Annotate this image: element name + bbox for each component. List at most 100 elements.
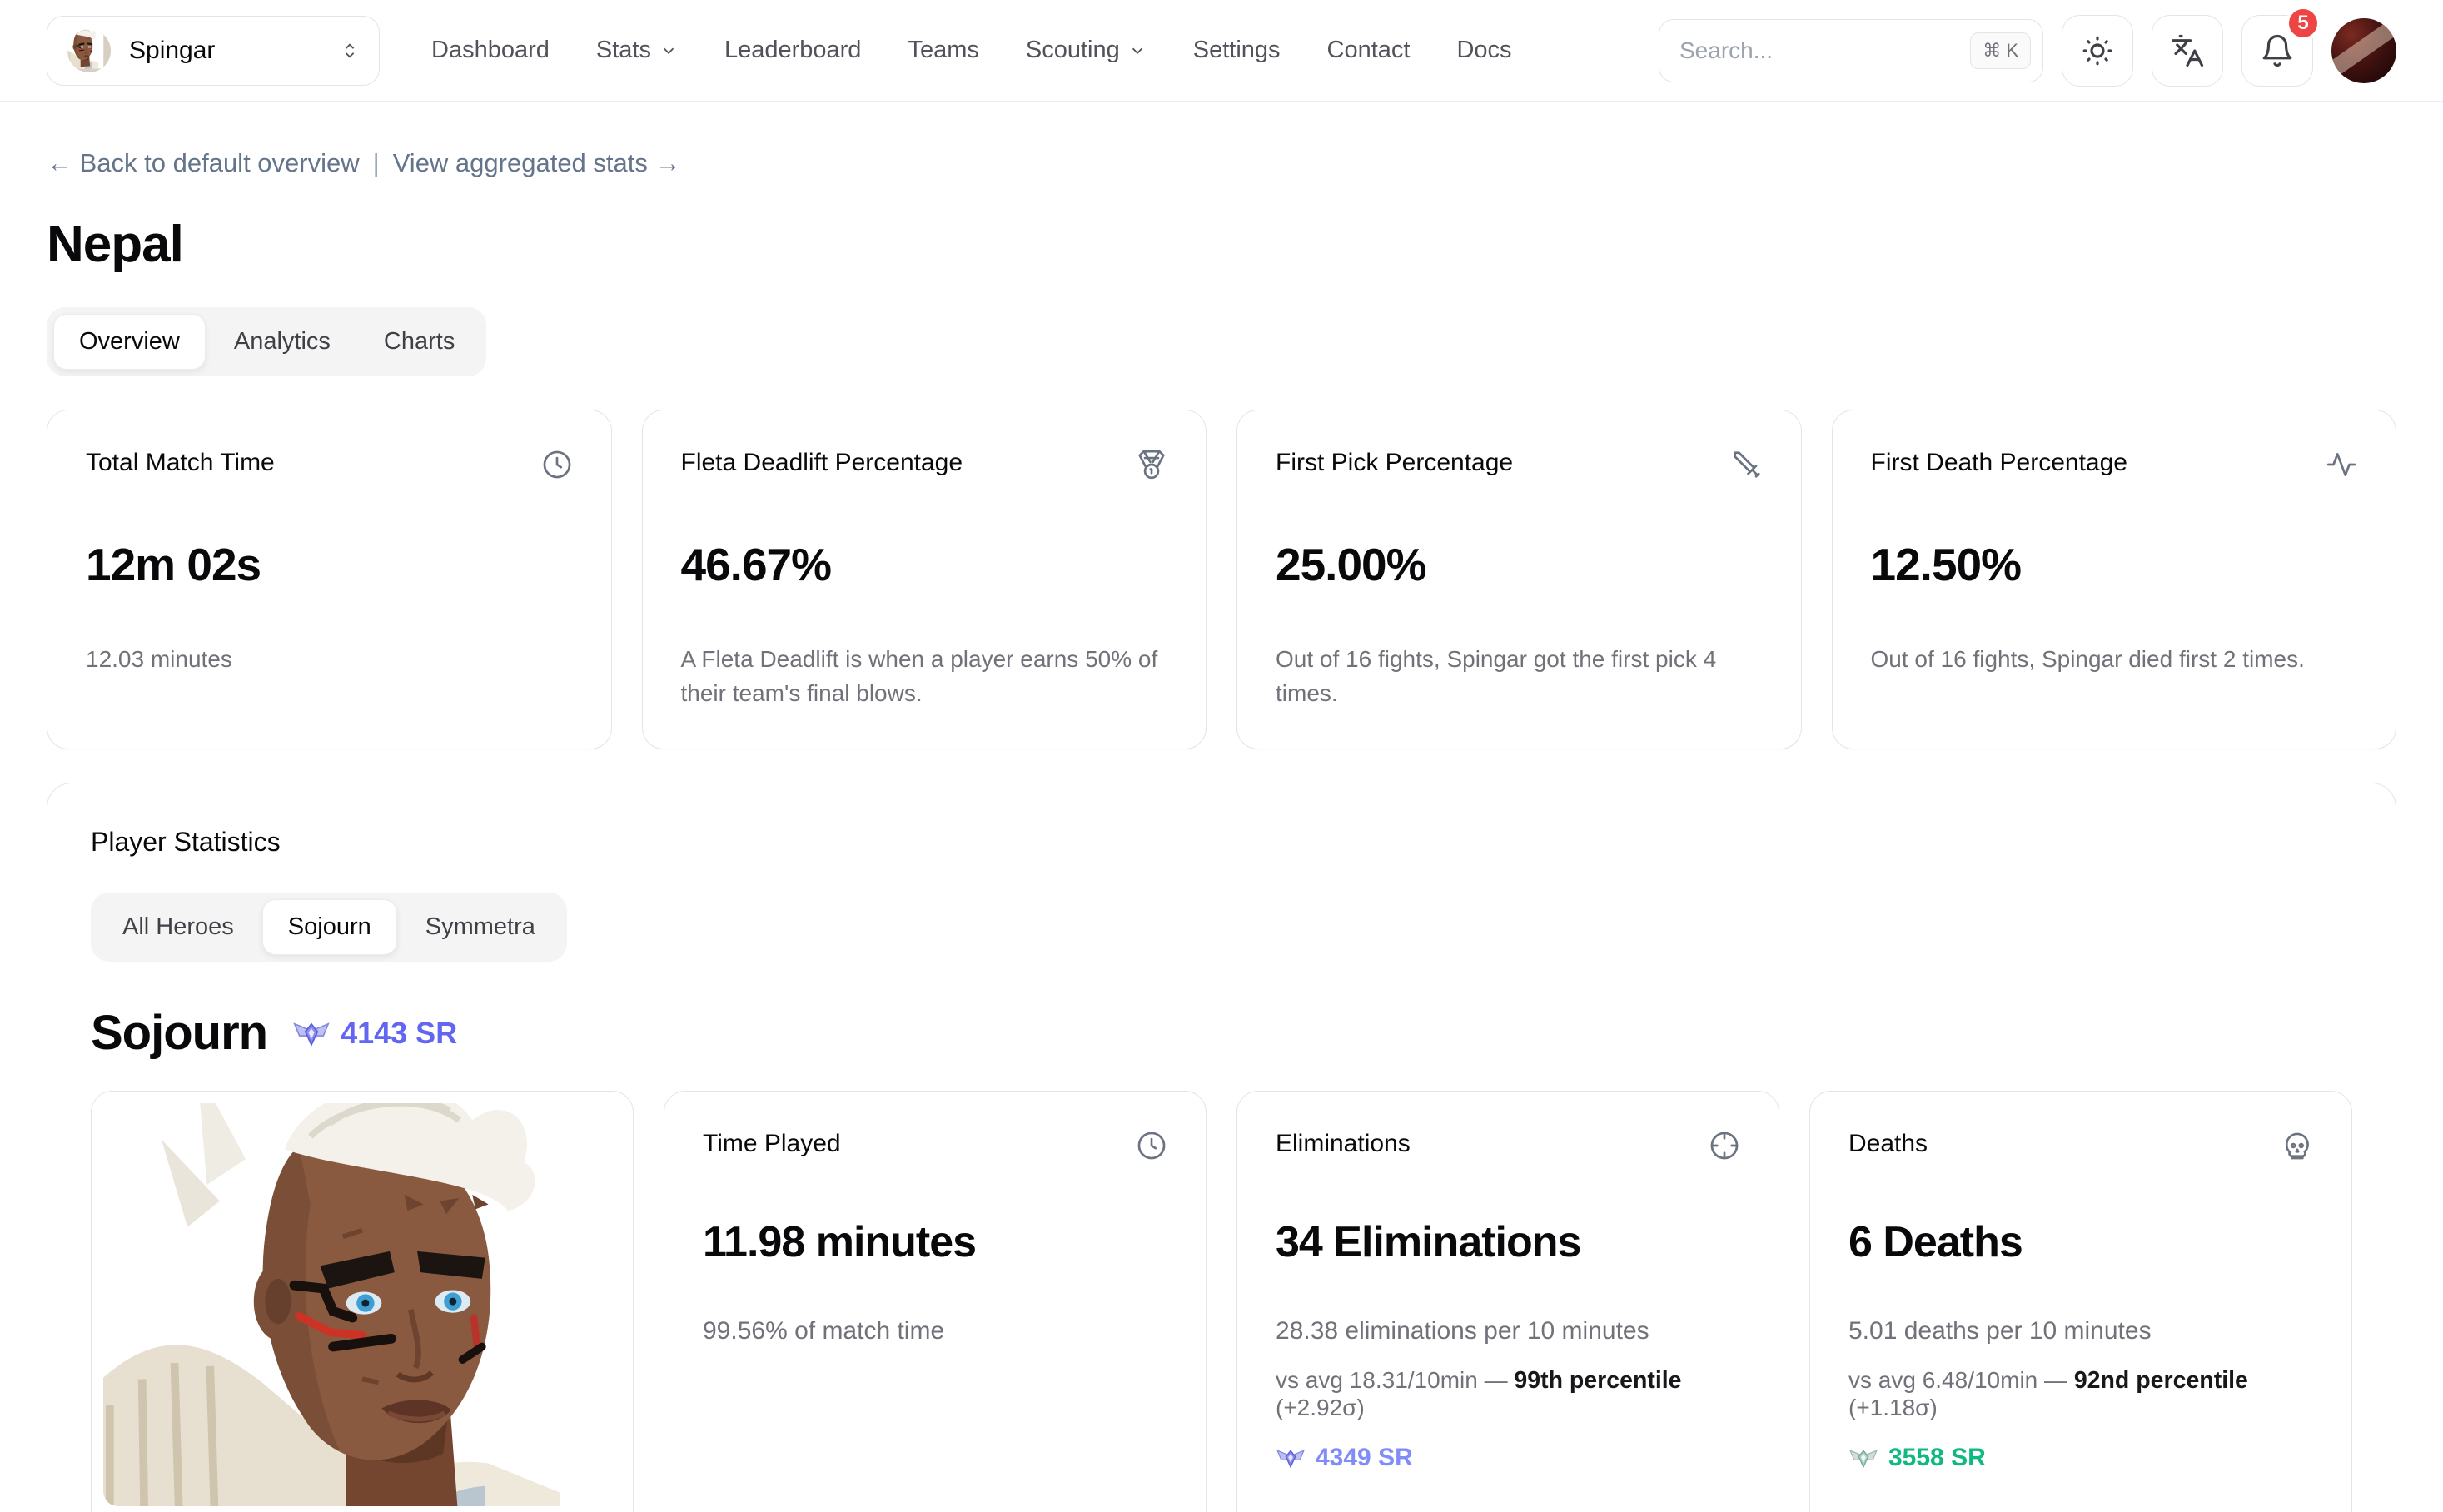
deaths-card: Deaths 6 Deaths 5.01 deaths per 10 minut…	[1809, 1091, 2352, 1512]
first-pick-card: First Pick Percentage 25.00% Out of 16 f…	[1236, 410, 1802, 749]
nav-item-stats[interactable]: Stats	[596, 37, 678, 64]
nav-item-settings[interactable]: Settings	[1193, 37, 1281, 64]
medal-icon	[1136, 449, 1167, 485]
crosshair-icon	[1709, 1130, 1740, 1166]
sword-icon	[1731, 449, 1763, 485]
player-statistics-panel: Player Statistics All Heroes Sojourn Sym…	[47, 783, 2396, 1512]
rank-badge-icon	[292, 1014, 331, 1052]
tab-all-heroes[interactable]: All Heroes	[97, 900, 259, 954]
rank-badge-icon	[1848, 1443, 1878, 1473]
eliminations-card: Eliminations 34 Eliminations 28.38 elimi…	[1236, 1091, 1779, 1512]
percentile-line: vs avg 6.48/10min — 92nd percentile (+1.…	[1848, 1367, 2313, 1421]
sr-value: 4349 SR	[1316, 1444, 1413, 1472]
card-value: 12.50%	[1871, 538, 2358, 591]
nav-item-contact[interactable]: Contact	[1327, 37, 1411, 64]
card-title: Eliminations	[1276, 1130, 1411, 1158]
tab-charts[interactable]: Charts	[359, 315, 480, 369]
chevron-down-icon	[1128, 42, 1147, 60]
sun-icon	[2080, 33, 2115, 68]
percentile-value: 99th percentile	[1514, 1367, 1681, 1394]
card-value: 12m 02s	[86, 538, 573, 591]
user-avatar[interactable]	[2331, 18, 2396, 83]
rank-badge-icon	[1276, 1443, 1306, 1473]
hero-name: Sojourn	[91, 1005, 267, 1061]
chevron-down-icon	[659, 42, 678, 60]
card-title: Fleta Deadlift Percentage	[681, 449, 963, 477]
tab-overview[interactable]: Overview	[53, 314, 206, 370]
view-aggregated-stats-link[interactable]: View aggregated stats →	[393, 148, 681, 178]
card-value: 34 Eliminations	[1276, 1217, 1740, 1267]
time-played-card: Time Played 11.98 minutes 99.56% of matc…	[664, 1091, 1207, 1512]
card-title: Total Match Time	[86, 449, 275, 477]
hero-sr-value: 4143 SR	[341, 1016, 457, 1051]
notifications-button[interactable]: 5	[2241, 15, 2313, 87]
language-button[interactable]	[2152, 15, 2223, 87]
card-subtext: 99.56% of match time	[703, 1317, 1167, 1345]
main-content: ← Back to default overview | View aggreg…	[0, 148, 2443, 1512]
card-description: Out of 16 fights, Spingar died first 2 t…	[1871, 643, 2358, 677]
tab-sojourn[interactable]: Sojourn	[262, 899, 397, 955]
search-input[interactable]	[1679, 37, 1970, 64]
activity-icon	[2326, 449, 2357, 485]
hero-stat-cards: Time Played 11.98 minutes 99.56% of matc…	[91, 1091, 2352, 1512]
per-10-min-line: 28.38 eliminations per 10 minutes	[1276, 1317, 1740, 1345]
chevrons-up-down-icon	[341, 42, 359, 60]
card-value: 6 Deaths	[1848, 1217, 2313, 1267]
hero-heading: Sojourn 4143 SR	[91, 1005, 2352, 1061]
card-title: Deaths	[1848, 1130, 1928, 1158]
view-tabs: Overview Analytics Charts	[47, 307, 486, 376]
back-to-overview-link[interactable]: ← Back to default overview	[47, 148, 360, 178]
hero-sr-badge: 4143 SR	[292, 1014, 457, 1052]
page-title: Nepal	[47, 215, 2396, 274]
card-title: First Death Percentage	[1871, 449, 2127, 477]
skull-icon	[2281, 1130, 2313, 1166]
hero-portrait-card	[91, 1091, 634, 1512]
fleta-deadlift-card: Fleta Deadlift Percentage 46.67% A Fleta…	[642, 410, 1207, 749]
player-avatar	[67, 29, 111, 72]
tab-analytics[interactable]: Analytics	[209, 315, 356, 369]
card-value: 11.98 minutes	[703, 1217, 1167, 1267]
panel-title: Player Statistics	[91, 827, 2352, 858]
main-nav: Dashboard Stats Leaderboard Teams Scouti…	[431, 37, 1512, 64]
player-selector[interactable]: Spingar	[47, 16, 380, 86]
nav-item-teams[interactable]: Teams	[908, 37, 978, 64]
total-match-time-card: Total Match Time 12m 02s 12.03 minutes	[47, 410, 612, 749]
hero-tabs: All Heroes Sojourn Symmetra	[91, 893, 567, 962]
breadcrumb: ← Back to default overview | View aggreg…	[47, 148, 2396, 178]
clock-icon	[1136, 1130, 1167, 1166]
nav-item-scouting[interactable]: Scouting	[1026, 37, 1147, 64]
card-description: A Fleta Deadlift is when a player earns …	[681, 643, 1168, 710]
sr-value: 3558 SR	[1888, 1444, 1986, 1472]
top-navbar: Spingar Dashboard Stats Leaderboard Team…	[0, 0, 2443, 102]
tab-symmetra[interactable]: Symmetra	[401, 900, 560, 954]
nav-item-leaderboard[interactable]: Leaderboard	[724, 37, 861, 64]
vs-avg-text: vs avg 6.48/10min —	[1848, 1367, 2067, 1393]
search-box[interactable]: ⌘ K	[1659, 19, 2043, 82]
nav-item-docs[interactable]: Docs	[1456, 37, 1511, 64]
sr-row: 3558 SR	[1848, 1443, 2313, 1473]
vs-avg-text: vs avg 18.31/10min —	[1276, 1367, 1508, 1393]
notification-count-badge: 5	[2286, 6, 2321, 41]
search-shortcut-kbd: ⌘ K	[1970, 32, 2031, 69]
card-description: Out of 16 fights, Spingar got the first …	[1276, 643, 1763, 710]
sigma-value: (+2.92σ)	[1276, 1395, 1365, 1420]
sojourn-portrait-image	[103, 1103, 621, 1506]
sr-row: 4349 SR	[1276, 1443, 1740, 1473]
card-description: 12.03 minutes	[86, 643, 573, 677]
theme-toggle-button[interactable]	[2062, 15, 2133, 87]
percentile-line: vs avg 18.31/10min — 99th percentile (+2…	[1276, 1367, 1740, 1421]
breadcrumb-separator: |	[373, 148, 380, 178]
nav-item-dashboard[interactable]: Dashboard	[431, 37, 550, 64]
first-death-card: First Death Percentage 12.50% Out of 16 …	[1832, 410, 2397, 749]
card-title: Time Played	[703, 1130, 841, 1158]
per-10-min-line: 5.01 deaths per 10 minutes	[1848, 1317, 2313, 1345]
card-value: 25.00%	[1276, 538, 1763, 591]
card-title: First Pick Percentage	[1276, 449, 1513, 477]
card-value: 46.67%	[681, 538, 1168, 591]
percentile-value: 92nd percentile	[2074, 1367, 2248, 1394]
bell-icon	[2260, 33, 2295, 68]
sigma-value: (+1.18σ)	[1848, 1395, 1938, 1420]
navbar-right: ⌘ K 5	[1659, 15, 2396, 87]
clock-icon	[541, 449, 573, 485]
summary-cards: Total Match Time 12m 02s 12.03 minutes F…	[47, 410, 2396, 749]
